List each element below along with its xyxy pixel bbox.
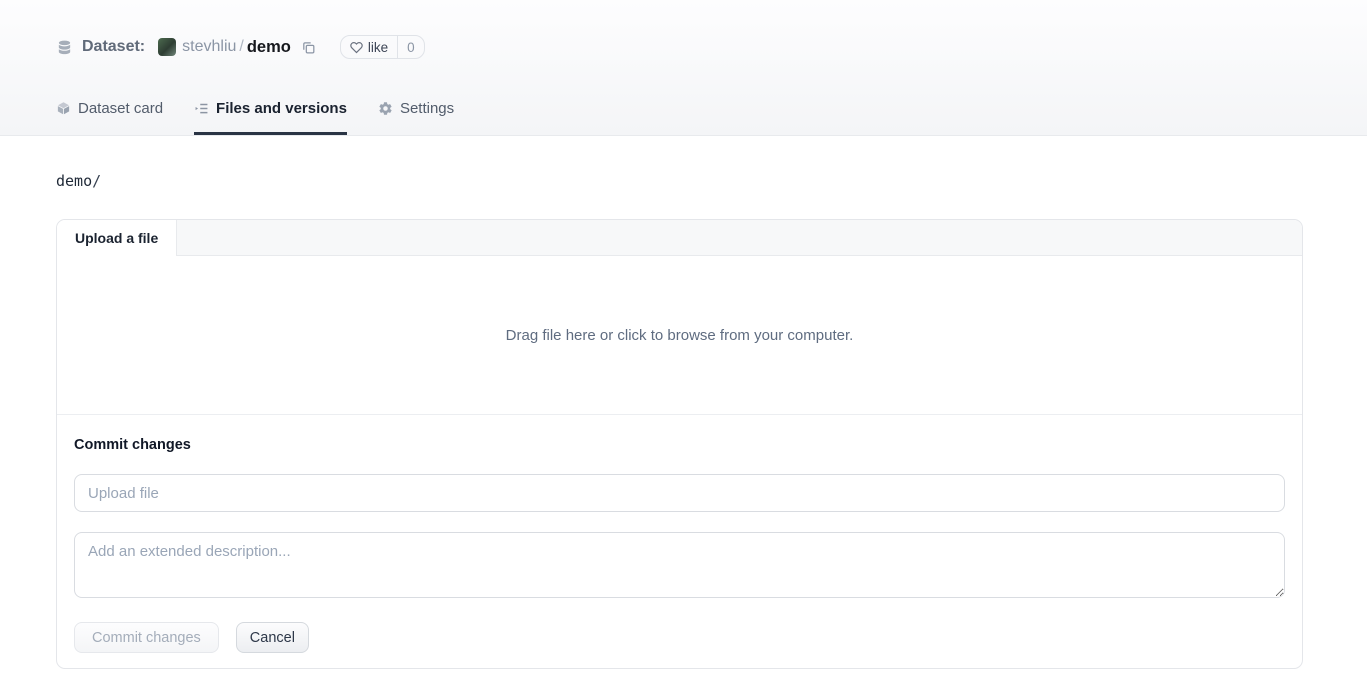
versions-list-icon xyxy=(194,101,209,116)
tab-settings[interactable]: Settings xyxy=(378,100,454,135)
commit-heading: Commit changes xyxy=(74,437,1285,453)
author-link[interactable]: stevhliu xyxy=(182,38,236,56)
page-header: Dataset: stevhliu / demo like 0 xyxy=(0,0,1367,136)
tab-files-and-versions-label: Files and versions xyxy=(216,100,347,117)
upload-card-tabbar: Upload a file xyxy=(57,220,1302,256)
tab-files-and-versions[interactable]: Files and versions xyxy=(194,100,347,135)
heart-icon xyxy=(350,41,363,54)
commit-changes-button[interactable]: Commit changes xyxy=(74,622,219,653)
tab-upload-a-file[interactable]: Upload a file xyxy=(57,220,177,256)
copy-repo-name-icon[interactable] xyxy=(299,38,318,57)
gear-icon xyxy=(378,101,393,116)
cube-icon xyxy=(56,101,71,116)
main-content: demo/ Upload a file Drag file here or cl… xyxy=(0,136,1367,669)
breadcrumb-separator: / xyxy=(92,172,101,190)
like-label: like xyxy=(368,40,388,55)
breadcrumb-folder-link[interactable]: demo xyxy=(56,172,92,190)
author-avatar[interactable] xyxy=(158,38,176,56)
file-dropzone[interactable]: Drag file here or click to browse from y… xyxy=(57,256,1302,415)
breadcrumb: demo/ xyxy=(0,136,1367,190)
commit-actions: Commit changes Cancel xyxy=(74,622,1285,653)
repo-title-row: Dataset: stevhliu / demo like 0 xyxy=(0,35,1367,59)
commit-summary-input[interactable] xyxy=(74,474,1285,512)
entity-type-label: Dataset: xyxy=(82,38,145,56)
path-separator: / xyxy=(239,38,243,56)
cancel-button[interactable]: Cancel xyxy=(236,622,309,653)
repo-name-link[interactable]: demo xyxy=(247,38,291,57)
like-button[interactable]: like xyxy=(341,36,397,58)
tab-settings-label: Settings xyxy=(400,100,454,117)
commit-section: Commit changes Commit changes Cancel xyxy=(57,415,1302,668)
database-icon xyxy=(56,39,73,56)
tab-dataset-card[interactable]: Dataset card xyxy=(56,100,163,135)
repo-nav-tabs: Dataset card Files and versions Settings xyxy=(0,100,1367,135)
like-widget: like 0 xyxy=(340,35,425,59)
commit-description-textarea[interactable] xyxy=(74,532,1285,598)
upload-card: Upload a file Drag file here or click to… xyxy=(56,219,1303,669)
dropzone-hint-text: Drag file here or click to browse from y… xyxy=(506,327,854,344)
like-count[interactable]: 0 xyxy=(397,36,424,58)
tab-dataset-card-label: Dataset card xyxy=(78,100,163,117)
